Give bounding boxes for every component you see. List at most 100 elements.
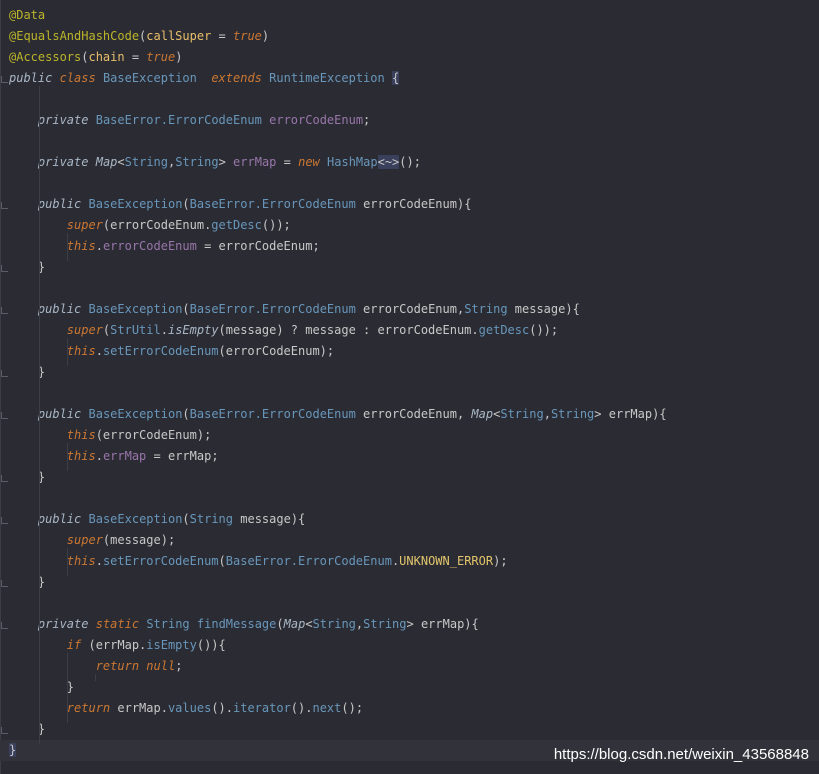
code-line[interactable]: } <box>0 467 819 488</box>
code-line[interactable]: public BaseException(BaseError.ErrorCode… <box>0 404 819 425</box>
code-line[interactable] <box>0 593 819 614</box>
code-line[interactable]: super(StrUtil.isEmpty(message) ? message… <box>0 320 819 341</box>
code-token: ) <box>261 29 270 43</box>
code-token: public <box>37 407 82 421</box>
code-line[interactable]: this.errorCodeEnum = errorCodeEnum; <box>0 236 819 257</box>
code-token: BaseError.ErrorCodeEnum <box>225 554 392 568</box>
code-token: this <box>66 428 96 442</box>
code-token: BaseError.ErrorCodeEnum <box>189 302 356 316</box>
code-token: String <box>189 512 234 526</box>
fold-marker-icon[interactable] <box>1 622 8 629</box>
code-line[interactable]: return null; <box>0 656 819 677</box>
fold-marker-icon[interactable] <box>1 370 8 377</box>
code-line[interactable]: } <box>0 572 819 593</box>
code-editor[interactable]: @Data @EqualsAndHashCode(callSuper = true… <box>0 0 819 774</box>
code-token: if <box>66 638 82 652</box>
code-token: { <box>391 71 400 85</box>
code-token: true <box>233 29 262 43</box>
code-line[interactable]: public BaseException(String message){ <box>0 509 819 530</box>
code-line[interactable]: private Map<String,String> errMap = new … <box>0 152 819 173</box>
code-token: getDesc <box>478 323 530 337</box>
code-token: message){ <box>507 302 580 316</box>
code-line[interactable]: this.setErrorCodeEnum(errorCodeEnum); <box>0 341 819 362</box>
code-token: static <box>95 617 140 631</box>
code-token: StrUtil <box>110 323 161 337</box>
watermark-text: https://blog.csdn.net/weixin_43568848 <box>553 746 809 763</box>
code-token: ); <box>493 554 508 568</box>
code-line[interactable]: @Accessors(chain = true) <box>0 47 819 68</box>
code-line[interactable]: public BaseException(BaseError.ErrorCode… <box>0 299 819 320</box>
code-line[interactable]: this.errMap = errMap; <box>0 446 819 467</box>
code-token: String <box>363 617 407 631</box>
fold-marker-icon[interactable] <box>1 517 8 524</box>
code-token: isEmpty <box>167 323 219 337</box>
code-line[interactable]: super(message); <box>0 530 819 551</box>
code-token: String <box>175 155 219 169</box>
code-token: . <box>95 449 103 463</box>
code-line[interactable]: } <box>0 257 819 278</box>
code-line[interactable]: public BaseException(BaseError.ErrorCode… <box>0 194 819 215</box>
code-line[interactable]: private static String findMessage(Map<St… <box>0 614 819 635</box>
code-line[interactable]: super(errorCodeEnum.getDesc()); <box>0 215 819 236</box>
code-token: ( <box>276 617 284 631</box>
code-line[interactable]: if (errMap.isEmpty()){ <box>0 635 819 656</box>
code-token: . <box>95 554 103 568</box>
code-token: extends <box>211 71 262 85</box>
code-token: < <box>305 617 313 631</box>
code-token: ( <box>182 407 190 421</box>
code-token: ; <box>175 659 183 673</box>
code-token: . <box>95 344 103 358</box>
code-token: > errMap){ <box>406 617 479 631</box>
code-line[interactable] <box>0 488 819 509</box>
code-token: next <box>312 701 342 715</box>
code-token: BaseException <box>88 302 183 316</box>
code-token: private <box>37 617 89 631</box>
code-token: Map <box>95 155 118 169</box>
fold-marker-icon[interactable] <box>1 202 8 209</box>
code-token: this <box>66 449 96 463</box>
code-token: public <box>37 302 82 316</box>
fold-marker-icon[interactable] <box>1 580 8 587</box>
code-line[interactable] <box>0 131 819 152</box>
code-token: } <box>9 743 17 757</box>
code-token: class <box>59 71 96 85</box>
code-token: BaseError.ErrorCodeEnum <box>189 407 356 421</box>
fold-marker-icon[interactable] <box>1 412 8 419</box>
code-line[interactable] <box>0 383 819 404</box>
code-line[interactable]: this.setErrorCodeEnum(BaseError.ErrorCod… <box>0 551 819 572</box>
code-token: ){ <box>456 197 472 211</box>
code-line[interactable] <box>0 278 819 299</box>
code-token: message){ <box>233 512 306 526</box>
fold-marker-icon[interactable] <box>1 76 8 83</box>
code-line[interactable]: } <box>0 719 819 740</box>
code-line[interactable]: } <box>0 362 819 383</box>
code-token: BaseException <box>102 71 197 85</box>
code-token: (); <box>399 155 421 169</box>
code-line[interactable]: @EqualsAndHashCode(callSuper = true) <box>0 26 819 47</box>
code-line[interactable]: @Data <box>0 5 819 26</box>
code-token: < <box>117 155 125 169</box>
code-token: String <box>464 302 508 316</box>
code-line[interactable]: return errMap.values().iterator().next()… <box>0 698 819 719</box>
fold-marker-icon[interactable] <box>1 265 8 272</box>
code-line[interactable]: } <box>0 677 819 698</box>
code-token: UNKNOWN_ERROR <box>399 554 494 568</box>
code-line[interactable] <box>0 89 819 110</box>
code-line[interactable]: public class BaseException extends Runti… <box>0 68 819 89</box>
fold-marker-icon[interactable] <box>1 307 8 314</box>
code-token: (errMap. <box>81 638 147 652</box>
code-line[interactable]: private BaseError.ErrorCodeEnum errorCod… <box>0 110 819 131</box>
code-token: (message); <box>102 533 176 547</box>
fold-marker-icon[interactable] <box>1 475 8 482</box>
code-line[interactable]: this(errorCodeEnum); <box>0 425 819 446</box>
fold-marker-icon[interactable] <box>1 727 8 734</box>
code-token: ( <box>218 554 226 568</box>
code-line[interactable] <box>0 173 819 194</box>
